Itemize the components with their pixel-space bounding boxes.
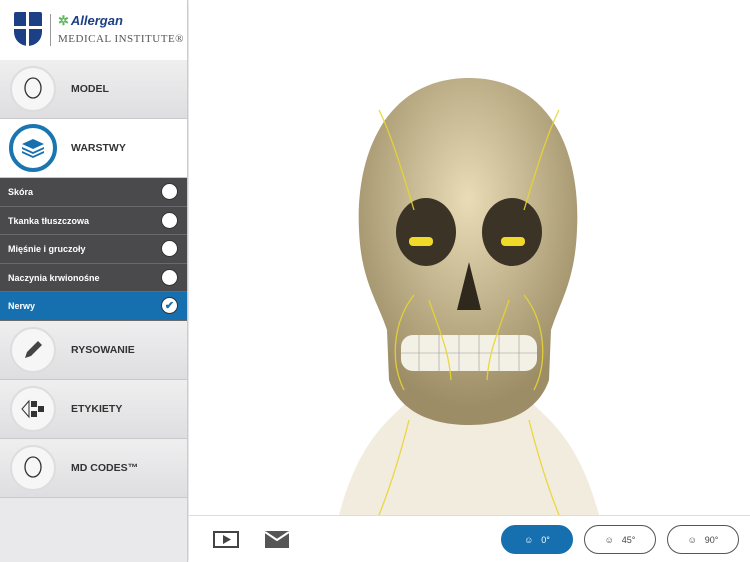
shield-logo-icon — [14, 12, 42, 46]
layers-icon — [9, 124, 57, 172]
toggle-circle-icon[interactable] — [161, 183, 178, 200]
layer-label: Mięśnie i gruczoły — [8, 244, 86, 255]
face-oblique-icon: ☺ — [604, 534, 614, 545]
checkmark-toggle-icon[interactable]: ✔ — [161, 297, 178, 315]
view-side-label: 90° — [704, 534, 719, 545]
nav-md-codes-label: MD CODES™ — [71, 461, 139, 474]
view-side-button[interactable]: ☺ 90° — [667, 525, 739, 554]
envelope-icon — [264, 531, 290, 548]
play-icon — [223, 535, 231, 544]
nav-etykiety[interactable]: ETYKIETY — [0, 379, 187, 439]
nav-warstwy-label: WARSTWY — [71, 142, 126, 154]
toggle-circle-icon[interactable] — [161, 211, 178, 229]
skull-model — [339, 78, 599, 515]
layer-label: Nerwy — [8, 301, 36, 312]
nav-etykiety-label: ETYKIETY — [71, 402, 123, 415]
face-front-icon: ☺ — [524, 534, 534, 545]
nav-rysowanie[interactable]: RYSOWANIE — [0, 320, 187, 380]
layer-item[interactable]: Mięśnie i gruczoły — [0, 235, 187, 264]
layer-item[interactable]: Tkanka tłuszczowa — [0, 206, 187, 236]
nav-model[interactable]: MODEL — [0, 60, 187, 119]
sidebar: ✲ Allergan MEDICAL INSTITUTE® MODEL WARST… — [0, 0, 188, 562]
toggle-circle-icon[interactable] — [161, 240, 178, 258]
layer-label: Skóra — [8, 187, 34, 197]
nav-rysowanie-label: RYSOWANIE — [71, 343, 135, 356]
play-button[interactable] — [213, 531, 239, 548]
layer-item[interactable]: Nerwy ✔ — [0, 292, 187, 321]
layer-label: Tkanka tłuszczowa — [8, 215, 90, 226]
view-front-button[interactable]: ☺ 0° — [501, 525, 573, 554]
labels-icon — [10, 385, 56, 432]
layer-item[interactable]: Naczynia krwionośne — [0, 263, 187, 293]
brand-name: ✲ Allergan — [58, 13, 123, 28]
institute-name: MEDICAL INSTITUTE® — [58, 33, 185, 45]
logo: ✲ Allergan MEDICAL INSTITUTE® — [0, 0, 187, 60]
nav-model-label: MODEL — [71, 83, 109, 95]
head-icon — [10, 66, 56, 112]
nav-warstwy[interactable]: WARSTWY — [0, 119, 187, 178]
view-oblique-label: 45° — [621, 534, 636, 545]
bottom-toolbar: ☺ 0° ☺ 45° ☺ 90° — [189, 515, 750, 562]
divider — [50, 14, 51, 46]
3d-model-viewport[interactable] — [189, 0, 750, 515]
layer-label: Naczynia krwionośne — [8, 272, 100, 283]
view-front-label: 0° — [541, 534, 550, 545]
email-button[interactable] — [264, 531, 290, 553]
brand-text: Allergan — [70, 13, 123, 28]
head-icon — [10, 444, 56, 491]
layer-list: Skóra Tkanka tłuszczowa Mięśnie i gruczoły… — [0, 178, 187, 321]
face-side-icon: ☺ — [687, 534, 697, 545]
view-oblique-button[interactable]: ☺ 45° — [584, 525, 656, 554]
nav-md-codes[interactable]: MD CODES™ — [0, 438, 187, 498]
layer-item[interactable]: Skóra — [0, 178, 187, 207]
pencil-icon — [10, 326, 56, 373]
toggle-circle-icon[interactable] — [161, 268, 178, 286]
